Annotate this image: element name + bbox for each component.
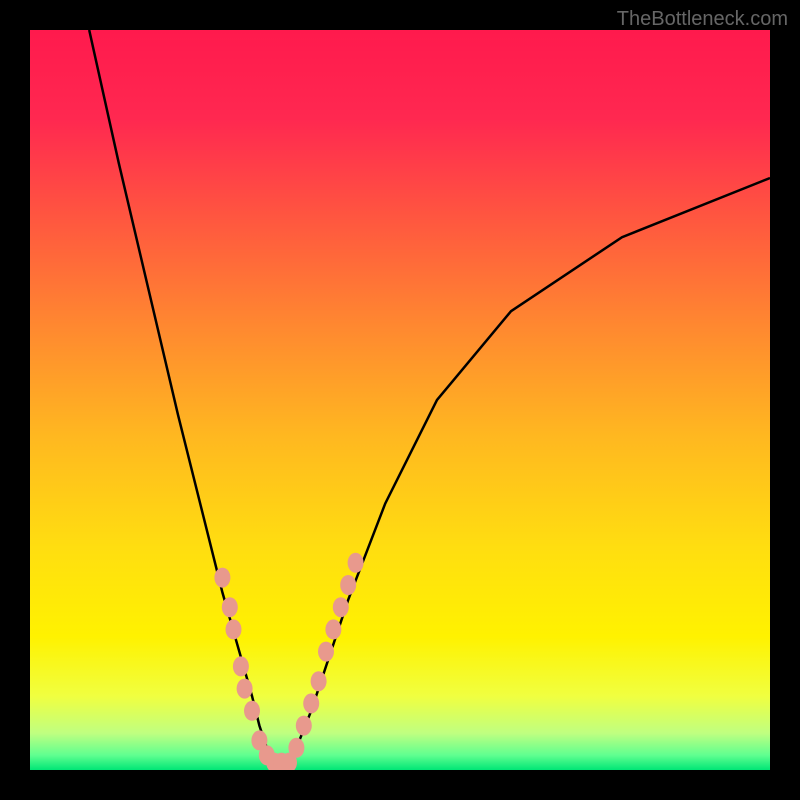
data-marker (233, 656, 249, 676)
chart-container (30, 30, 770, 770)
data-marker (348, 553, 364, 573)
data-marker (318, 642, 334, 662)
data-marker (303, 693, 319, 713)
data-marker (333, 597, 349, 617)
data-marker (340, 575, 356, 595)
data-marker (237, 679, 253, 699)
data-marker (222, 597, 238, 617)
data-marker (288, 738, 304, 758)
data-marker (311, 671, 327, 691)
data-markers (30, 30, 770, 770)
data-marker (296, 716, 312, 736)
data-marker (226, 619, 242, 639)
watermark-text: TheBottleneck.com (617, 8, 788, 31)
data-marker (214, 568, 230, 588)
data-marker (325, 619, 341, 639)
data-marker (244, 701, 260, 721)
